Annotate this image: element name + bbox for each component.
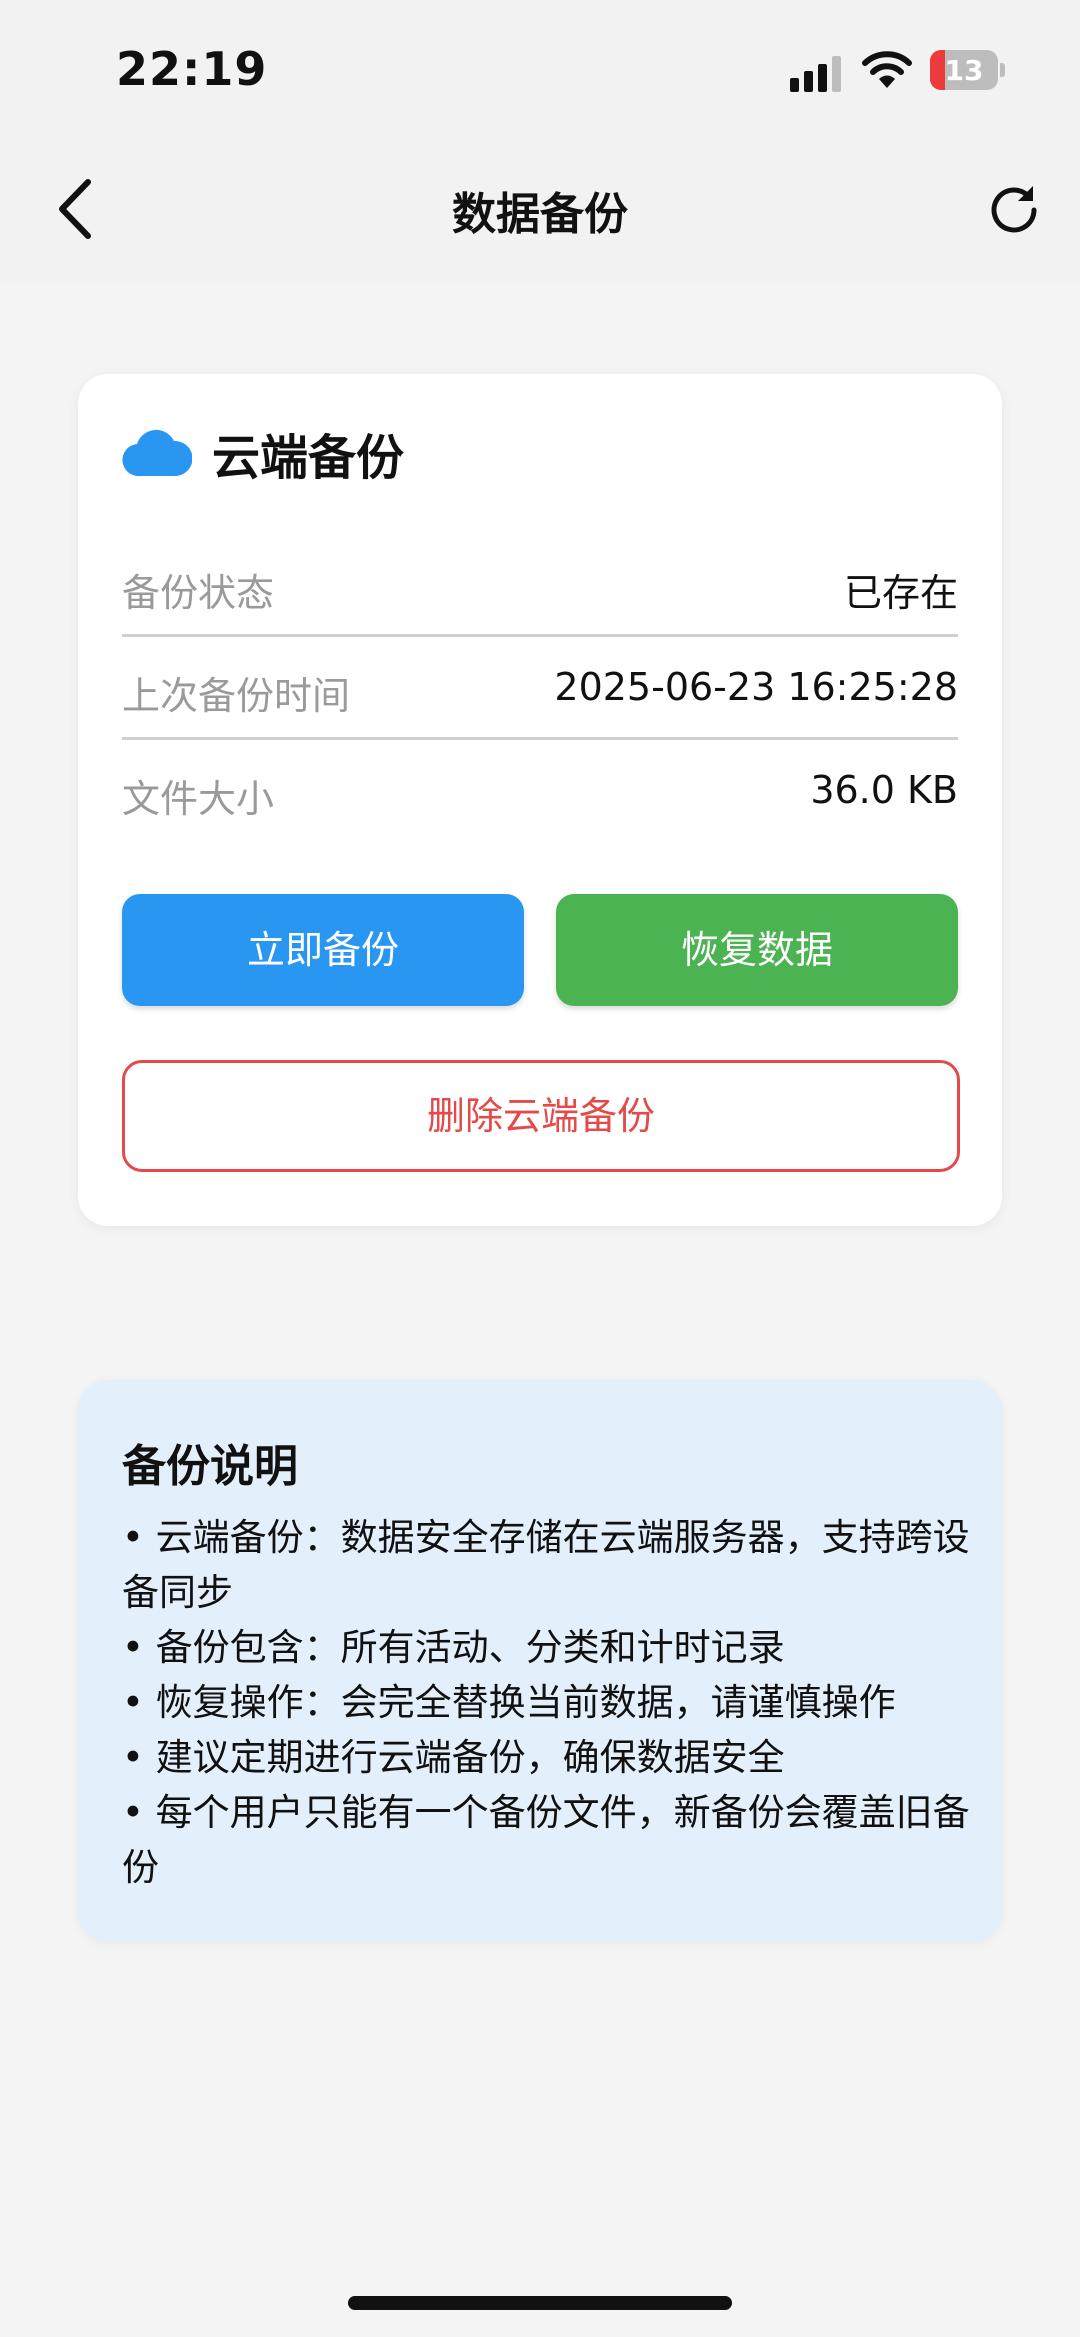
info-title: 备份说明 bbox=[122, 1441, 298, 1492]
file-size-row: 文件大小 36.0 KB bbox=[122, 740, 958, 840]
navigation-bar: 数据备份 bbox=[0, 140, 1080, 285]
battery-icon: 13 bbox=[930, 50, 1006, 90]
last-backup-time-row: 上次备份时间 2025-06-23 16:25:28 bbox=[122, 637, 958, 740]
backup-status-label: 备份状态 bbox=[122, 571, 275, 615]
last-backup-time-label: 上次备份时间 bbox=[122, 674, 351, 718]
cellular-signal-icon bbox=[790, 56, 841, 92]
battery-level-text: 13 bbox=[944, 54, 984, 87]
page-title: 数据备份 bbox=[452, 189, 628, 240]
status-bar: 22:19 13 bbox=[0, 0, 1080, 140]
info-item: • 恢复操作：会完全替换当前数据，请谨慎操作 bbox=[122, 1681, 896, 1724]
status-time: 22:19 bbox=[116, 42, 268, 96]
backup-info-panel: 备份说明 • 云端备份：数据安全存储在云端服务器，支持跨设备同步 • 备份包含：… bbox=[78, 1380, 1002, 1942]
info-list: • 云端备份：数据安全存储在云端服务器，支持跨设备同步 • 备份包含：所有活动、… bbox=[122, 1510, 982, 1895]
file-size-value: 36.0 KB bbox=[810, 768, 958, 812]
backup-status-row: 备份状态 已存在 bbox=[122, 534, 958, 637]
refresh-icon[interactable] bbox=[986, 180, 1042, 236]
cloud-backup-card: 云端备份 备份状态 已存在 上次备份时间 2025-06-23 16:25:28… bbox=[78, 374, 1002, 1226]
file-size-label: 文件大小 bbox=[122, 777, 275, 821]
backup-status-value: 已存在 bbox=[843, 571, 958, 615]
delete-cloud-backup-button[interactable]: 删除云端备份 bbox=[122, 1060, 960, 1172]
backup-now-button[interactable]: 立即备份 bbox=[122, 894, 524, 1006]
home-indicator[interactable] bbox=[348, 2296, 732, 2310]
cloud-icon bbox=[122, 429, 192, 477]
last-backup-time-value: 2025-06-23 16:25:28 bbox=[554, 665, 958, 709]
restore-data-button[interactable]: 恢复数据 bbox=[556, 894, 958, 1006]
info-item: • 备份包含：所有活动、分类和计时记录 bbox=[122, 1626, 785, 1669]
info-item: • 每个用户只能有一个备份文件，新备份会覆盖旧备份 bbox=[122, 1791, 970, 1889]
info-item: • 云端备份：数据安全存储在云端服务器，支持跨设备同步 bbox=[122, 1516, 970, 1614]
wifi-icon bbox=[862, 51, 912, 88]
card-title: 云端备份 bbox=[212, 430, 405, 486]
info-item: • 建议定期进行云端备份，确保数据安全 bbox=[122, 1736, 785, 1779]
